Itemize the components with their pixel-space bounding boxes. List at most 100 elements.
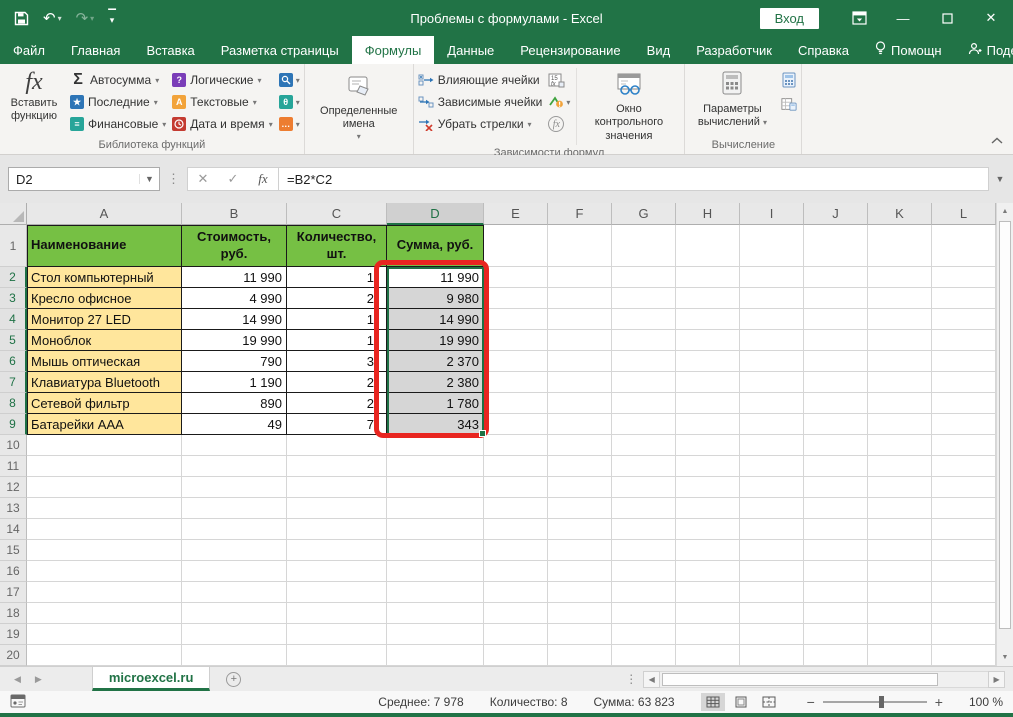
cell-A19[interactable] <box>27 624 182 645</box>
cell-F6[interactable] <box>548 351 612 372</box>
cell-J19[interactable] <box>804 624 868 645</box>
cell-I15[interactable] <box>740 540 804 561</box>
tab-справка[interactable]: Справка <box>785 36 862 64</box>
cell-L1[interactable] <box>932 225 996 267</box>
cell-H5[interactable] <box>676 330 740 351</box>
tab-главная[interactable]: Главная <box>58 36 133 64</box>
cell-I13[interactable] <box>740 498 804 519</box>
cell-E19[interactable] <box>484 624 548 645</box>
error-checking-icon[interactable]: ▾ <box>548 92 570 112</box>
cell-B5[interactable]: 19 990 <box>182 330 287 351</box>
cell-G3[interactable] <box>612 288 676 309</box>
cell-K12[interactable] <box>868 477 932 498</box>
cell-F13[interactable] <box>548 498 612 519</box>
cell-A12[interactable] <box>27 477 182 498</box>
cell-L19[interactable] <box>932 624 996 645</box>
cell-H1[interactable] <box>676 225 740 267</box>
cell-D11[interactable] <box>387 456 484 477</box>
cell-H7[interactable] <box>676 372 740 393</box>
cell-K1[interactable] <box>868 225 932 267</box>
cell-G7[interactable] <box>612 372 676 393</box>
cell-K13[interactable] <box>868 498 932 519</box>
cell-E8[interactable] <box>484 393 548 414</box>
tab-вид[interactable]: Вид <box>634 36 684 64</box>
cell-A9[interactable]: Батарейки AAA <box>27 414 182 435</box>
column-header-K[interactable]: K <box>868 203 932 225</box>
ribbon-button-автосумма[interactable]: ΣАвтосумма▾ <box>70 70 166 90</box>
cell-C3[interactable]: 2 <box>287 288 387 309</box>
tab-помощн[interactable]: Помощн <box>862 36 955 64</box>
cell-L17[interactable] <box>932 582 996 603</box>
cell-I18[interactable] <box>740 603 804 624</box>
cell-J11[interactable] <box>804 456 868 477</box>
cell-K20[interactable] <box>868 645 932 666</box>
tab-формулы[interactable]: Формулы <box>352 36 435 64</box>
cell-B3[interactable]: 4 990 <box>182 288 287 309</box>
cell-G4[interactable] <box>612 309 676 330</box>
minimize-button[interactable]: — <box>881 0 925 36</box>
cell-D13[interactable] <box>387 498 484 519</box>
cell-A10[interactable] <box>27 435 182 456</box>
cell-I12[interactable] <box>740 477 804 498</box>
cell-K2[interactable] <box>868 267 932 288</box>
cell-C18[interactable] <box>287 603 387 624</box>
row-header-8[interactable]: 8 <box>0 393 27 414</box>
tab-поделиться[interactable]: Поделиться <box>955 36 1013 64</box>
tab-данные[interactable]: Данные <box>434 36 507 64</box>
cell-J10[interactable] <box>804 435 868 456</box>
ribbon-button-текстовые[interactable]: AТекстовые▾ <box>172 92 272 112</box>
cell-L18[interactable] <box>932 603 996 624</box>
zoom-slider-thumb[interactable] <box>879 696 884 708</box>
defined-names-button[interactable]: Определенные имена ▾ <box>309 68 409 143</box>
undo-icon[interactable]: ↶▾ <box>43 9 62 27</box>
redo-icon[interactable]: ↷▾ <box>76 9 95 27</box>
ribbon-button-влияющие-ячейки[interactable]: Влияющие ячейки <box>418 70 543 90</box>
cell-E9[interactable] <box>484 414 548 435</box>
insert-function-button[interactable]: fx Вставить функцию <box>4 68 64 125</box>
calculate-now-icon[interactable] <box>781 72 797 88</box>
cell-I9[interactable] <box>740 414 804 435</box>
cell-E13[interactable] <box>484 498 548 519</box>
cell-D2[interactable]: 11 990 <box>387 267 484 288</box>
close-button[interactable]: ✕ <box>969 0 1013 36</box>
cell-D6[interactable]: 2 370 <box>387 351 484 372</box>
customize-qat-icon[interactable]: ▔▾ <box>108 13 116 23</box>
cell-F19[interactable] <box>548 624 612 645</box>
cell-D19[interactable] <box>387 624 484 645</box>
ribbon-button-book-more-orange[interactable]: …▾ <box>279 114 300 134</box>
row-header-7[interactable]: 7 <box>0 372 27 393</box>
cell-E12[interactable] <box>484 477 548 498</box>
cell-E4[interactable] <box>484 309 548 330</box>
cell-F9[interactable] <box>548 414 612 435</box>
scroll-right-icon[interactable]: ▶ <box>988 671 1005 688</box>
row-header-15[interactable]: 15 <box>0 540 27 561</box>
cell-C15[interactable] <box>287 540 387 561</box>
cell-E14[interactable] <box>484 519 548 540</box>
cell-L2[interactable] <box>932 267 996 288</box>
cell-E7[interactable] <box>484 372 548 393</box>
cell-H8[interactable] <box>676 393 740 414</box>
cell-F17[interactable] <box>548 582 612 603</box>
cell-F10[interactable] <box>548 435 612 456</box>
cell-F7[interactable] <box>548 372 612 393</box>
sheet-tab-microexcel[interactable]: microexcel.ru <box>92 667 211 691</box>
confirm-entry-icon[interactable]: ✓ <box>218 171 248 187</box>
cell-D5[interactable]: 19 990 <box>387 330 484 351</box>
cell-E2[interactable] <box>484 267 548 288</box>
cell-B15[interactable] <box>182 540 287 561</box>
cell-F15[interactable] <box>548 540 612 561</box>
cell-C5[interactable]: 1 <box>287 330 387 351</box>
cell-G13[interactable] <box>612 498 676 519</box>
horizontal-scroll-thumb[interactable] <box>662 673 937 686</box>
cell-B6[interactable]: 790 <box>182 351 287 372</box>
ribbon-display-options-icon[interactable] <box>837 0 881 36</box>
cell-H15[interactable] <box>676 540 740 561</box>
ribbon-button-убрать-стрелки[interactable]: Убрать стрелки▾ <box>418 114 543 134</box>
horizontal-scrollbar[interactable]: ◀ ▶ <box>643 671 1005 687</box>
cell-J1[interactable] <box>804 225 868 267</box>
cell-C11[interactable] <box>287 456 387 477</box>
cell-D15[interactable] <box>387 540 484 561</box>
add-sheet-button[interactable]: + <box>210 667 257 691</box>
cell-I7[interactable] <box>740 372 804 393</box>
cell-A8[interactable]: Сетевой фильтр <box>27 393 182 414</box>
